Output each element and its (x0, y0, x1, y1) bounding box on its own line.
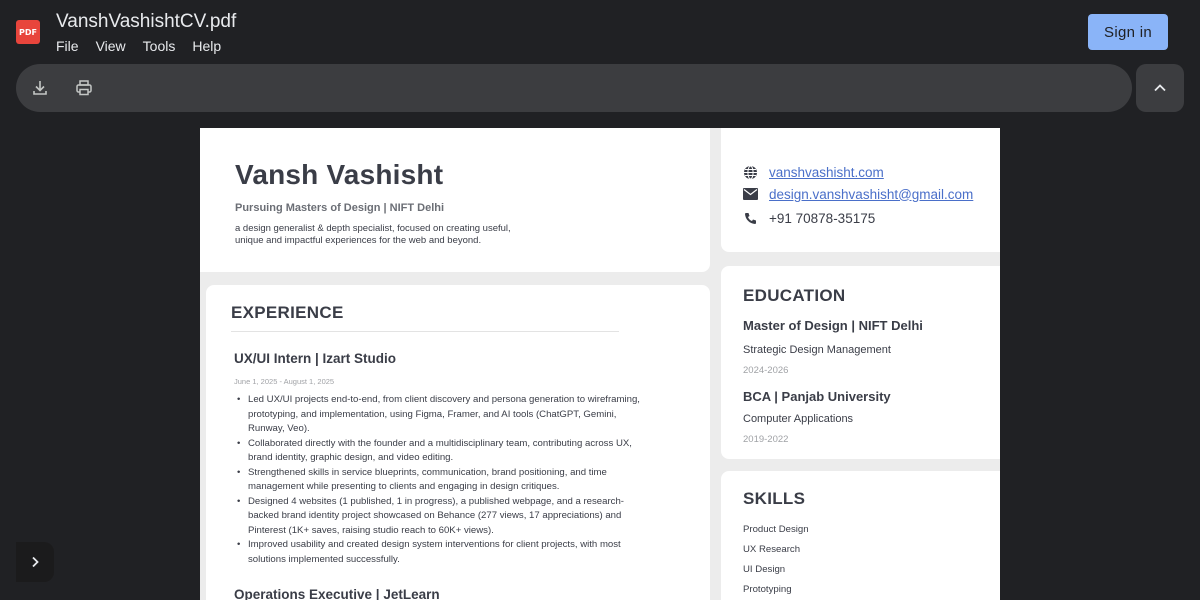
collapse-toolbar-button[interactable] (1136, 64, 1184, 112)
resume-subtitle: Pursuing Masters of Design | NIFT Delhi (235, 202, 445, 214)
job-bullets: Led UX/UI projects end-to-end, from clie… (234, 393, 679, 567)
education-years: 2024-2026 (743, 365, 789, 376)
menu-tools[interactable]: Tools (143, 38, 176, 54)
education-years: 2019-2022 (743, 434, 789, 445)
pdf-page: Vansh Vashisht Pursuing Masters of Desig… (200, 128, 1000, 600)
bullet-line: prototyping, and implementation, using F… (248, 408, 617, 420)
resume-tagline: a design generalist & depth specialist, … (235, 223, 555, 247)
bullet-line: Improved usability and created design sy… (248, 539, 621, 550)
phone-icon (742, 210, 758, 226)
contact-email: design.vanshvashisht@gmail.com (742, 186, 973, 202)
education-degree: Master of Design | NIFT Delhi (743, 318, 923, 333)
bullet-item: Led UX/UI projects end-to-end, from clie… (234, 393, 679, 437)
tagline-line: unique and impactful experiences for the… (235, 235, 482, 246)
resume-header: Vansh Vashisht Pursuing Masters of Desig… (200, 128, 710, 272)
education-specialization: Strategic Design Management (743, 344, 891, 356)
pdf-toolbar (16, 64, 1132, 112)
phone-number: +91 70878-35175 (769, 210, 876, 226)
document-title: VanshVashishtCV.pdf (56, 11, 237, 32)
chevron-right-icon (32, 556, 39, 568)
print-icon (76, 80, 92, 96)
bullet-line: Collaborated directly with the founder a… (248, 437, 632, 449)
bullet-line: Led UX/UI projects end-to-end, from clie… (248, 394, 640, 405)
menu-file[interactable]: File (56, 38, 79, 54)
contact-website: vanshvashisht.com (742, 164, 884, 180)
bullet-item: Collaborated directly with the founder a… (234, 437, 679, 466)
education-section: EDUCATION Master of Design | NIFT Delhi … (721, 266, 1000, 459)
bullet-line: Pinterest (1K+ saves, raising studio rea… (248, 524, 494, 536)
skill-item: UI Design (743, 564, 786, 575)
resume-name: Vansh Vashisht (235, 159, 444, 190)
download-button[interactable] (28, 76, 52, 100)
experience-section: EXPERIENCE UX/UI Intern | Izart Studio J… (206, 285, 710, 600)
job-dates: June 1, 2025 - August 1, 2025 (234, 377, 335, 386)
email-link[interactable]: design.vanshvashisht@gmail.com (769, 187, 973, 202)
contact-card: vanshvashisht.com design.vanshvashisht@g… (721, 128, 1000, 252)
section-divider (231, 331, 619, 332)
globe-icon (742, 164, 758, 180)
download-icon (33, 81, 47, 95)
education-heading: EDUCATION (743, 286, 846, 305)
education-degree: BCA | Panjab University (743, 389, 891, 404)
job-title: UX/UI Intern | Izart Studio (234, 351, 397, 366)
pdf-app-logo: PDF (16, 20, 40, 44)
bullet-line: brand identity, graphic design, and vide… (248, 452, 454, 463)
skills-heading: SKILLS (743, 489, 806, 508)
print-button[interactable] (72, 76, 96, 100)
bullet-item: Improved usability and created design sy… (234, 538, 679, 567)
chevron-up-icon (1154, 84, 1166, 92)
skill-item: Prototyping (743, 584, 792, 595)
bullet-line: Runway, Veo). (248, 423, 310, 434)
bullet-line: solutions implemented successfully. (248, 553, 400, 565)
job-title: Operations Executive | JetLearn (234, 587, 440, 600)
bullet-line: Strengthened skills in service blueprint… (248, 466, 607, 478)
menu-bar: File View Tools Help (56, 38, 238, 54)
website-link[interactable]: vanshvashisht.com (769, 165, 884, 180)
sign-in-button[interactable]: Sign in (1088, 14, 1168, 50)
skill-item: UX Research (743, 544, 801, 555)
tagline-line: a design generalist & depth specialist, … (235, 223, 511, 234)
skill-item: Product Design (743, 524, 809, 535)
experience-heading: EXPERIENCE (231, 303, 344, 322)
menu-help[interactable]: Help (192, 38, 221, 54)
bullet-item: Strengthened skills in service blueprint… (234, 466, 679, 495)
contact-phone: +91 70878-35175 (742, 210, 875, 226)
menu-view[interactable]: View (96, 38, 126, 54)
sidebar-toggle-button[interactable] (16, 542, 54, 582)
skills-section: SKILLS Product Design UX Research UI Des… (721, 471, 1000, 600)
bullet-line: Designed 4 websites (1 published, 1 in p… (248, 495, 624, 507)
mail-icon (742, 186, 758, 202)
bullet-item: Designed 4 websites (1 published, 1 in p… (234, 495, 679, 539)
education-specialization: Computer Applications (743, 413, 854, 425)
bullet-line: backed brand identity project showcased … (248, 510, 622, 521)
bullet-line: management while presenting to clients a… (248, 481, 560, 492)
